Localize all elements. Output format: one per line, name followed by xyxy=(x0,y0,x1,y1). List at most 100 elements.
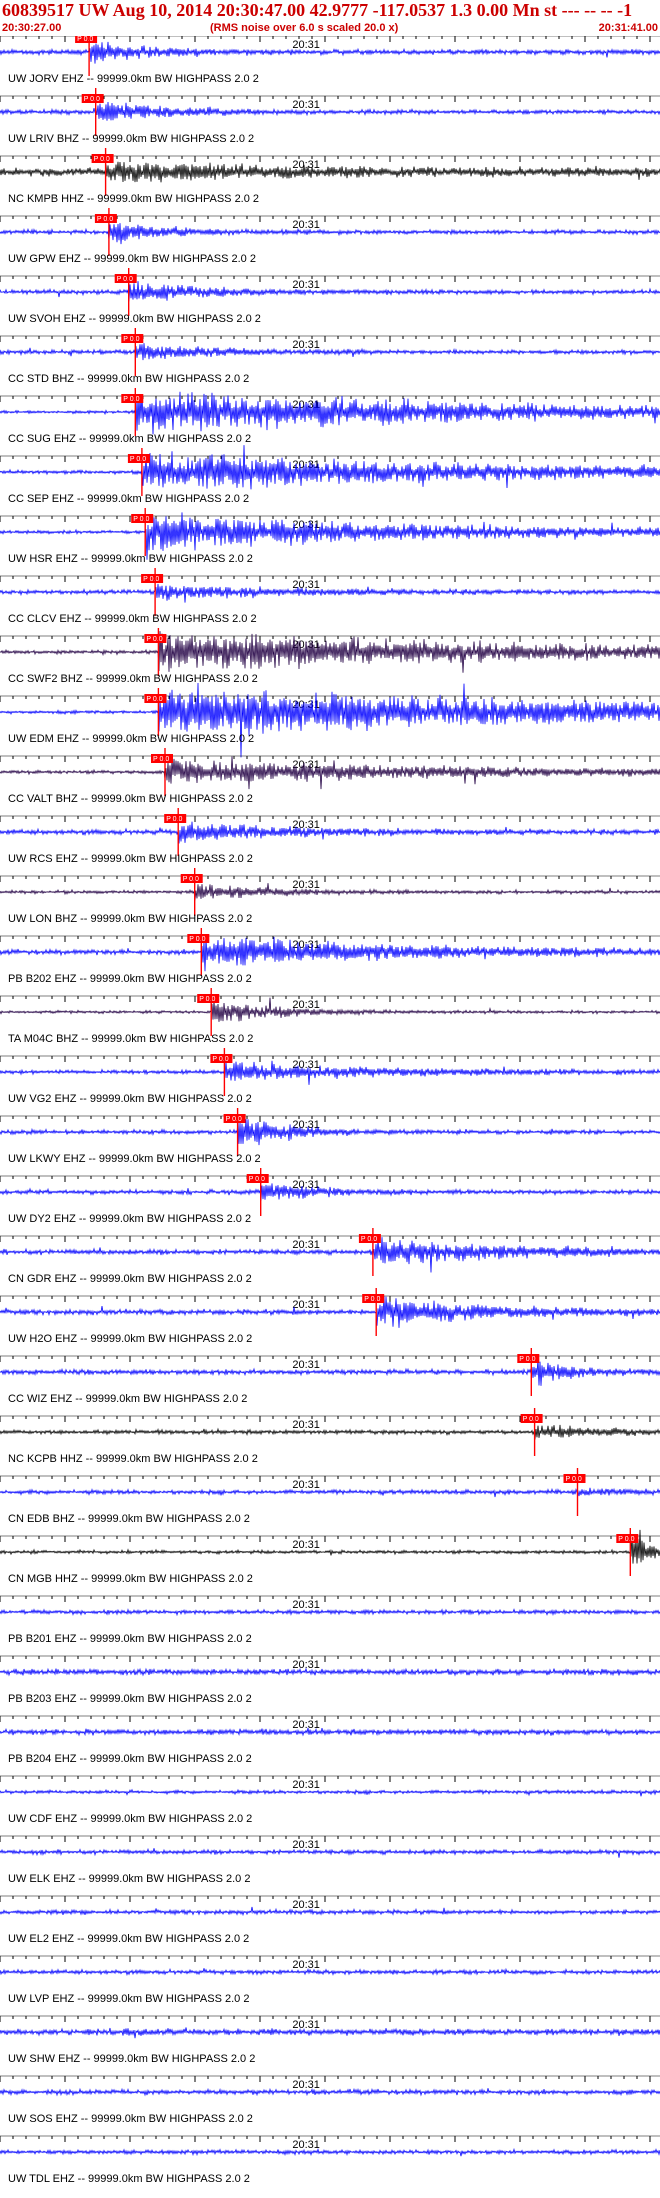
time-ticks xyxy=(0,515,660,522)
time-ticks xyxy=(0,1835,660,1842)
svg-text:P 0.0: P 0.0 xyxy=(361,1236,377,1243)
trace-row: 20:31 P 0.0 CN GDR EHZ -- 99999.0km BW HIG… xyxy=(0,1228,660,1285)
trace-row: 20:31 UW CDF EHZ -- 99999.0km BW HIGHPASS… xyxy=(0,1775,660,1825)
waveform xyxy=(0,41,660,64)
channel-label: UW RCS EHZ -- 99999.0km BW HIGHPASS 2.0 … xyxy=(8,853,253,865)
minute-label: 20:31 xyxy=(292,279,320,291)
trace-row: 20:31 P 0.0 UW H2O EHZ -- 99999.0km BW HIG… xyxy=(0,1288,660,1345)
time-ticks xyxy=(0,695,660,702)
trace-row: 20:31 UW SOS EHZ -- 99999.0km BW HIGHPASS… xyxy=(0,2075,660,2125)
channel-label: UW JORV EHZ -- 99999.0km BW HIGHPASS 2.0… xyxy=(8,73,259,85)
trace-row: 20:31P 0.0NC KMPB HHZ -- 99999.0km BW HI… xyxy=(0,148,660,205)
trace-row: 20:31P 0.0UW EDM EHZ -- 99999.0km BW HIG… xyxy=(0,682,660,758)
svg-text:P 0.0: P 0.0 xyxy=(143,576,159,583)
time-ticks xyxy=(0,2075,660,2082)
waveform xyxy=(0,756,660,790)
minute-label: 20:31 xyxy=(292,1239,320,1251)
time-ticks xyxy=(0,2135,660,2142)
time-ticks xyxy=(0,1955,660,1962)
trace-row: 20:31 P 0.0 CN EDB BHZ -- 99999.0km BW HIG… xyxy=(0,1468,660,1525)
channel-label: PB B202 EHZ -- 99999.0km BW HIGHPASS 2.0… xyxy=(8,973,252,985)
channel-label: CC WIZ EHZ -- 99999.0km BW HIGHPASS 2.0 … xyxy=(8,1393,247,1405)
channel-label: CN MGB HHZ -- 99999.0km BW HIGHPASS 2.0 … xyxy=(8,1573,253,1585)
svg-text:P 0.0: P 0.0 xyxy=(166,816,182,823)
channel-label: CC CLCV EHZ -- 99999.0km BW HIGHPASS 2.0… xyxy=(8,613,257,625)
waveform xyxy=(0,2027,660,2039)
waveform xyxy=(0,223,660,245)
time-ticks xyxy=(0,335,660,342)
channel-label: UW LKWY EHZ -- 99999.0km BW HIGHPASS 2.0… xyxy=(8,1153,261,1165)
trace-row: 20:31 P 0.0 UW LRIV BHZ -- 99999.0km BW HI… xyxy=(0,88,660,145)
channel-label: CC SWF2 BHZ -- 99999.0km BW HIGHPASS 2.0… xyxy=(8,673,258,685)
svg-text:P 0.0: P 0.0 xyxy=(77,36,93,43)
channel-label: UW LVP EHZ -- 99999.0km BW HIGHPASS 2.0 … xyxy=(8,1993,249,2005)
waveform xyxy=(0,161,660,183)
time-ticks xyxy=(0,995,660,1002)
minute-label: 20:31 xyxy=(292,1539,320,1551)
svg-text:P 0.0: P 0.0 xyxy=(84,96,100,103)
time-ticks xyxy=(0,1595,660,1602)
waveform xyxy=(0,1237,660,1273)
waveform xyxy=(0,1529,660,1564)
svg-text:P 0.0: P 0.0 xyxy=(249,1176,265,1183)
waveform xyxy=(0,1296,660,1328)
svg-text:P 0.0: P 0.0 xyxy=(566,1476,582,1483)
waveform xyxy=(0,1358,660,1386)
trace-row: 20:31P 0.0TA M04C BHZ -- 99999.0km BW HI… xyxy=(0,988,660,1045)
waveform xyxy=(0,821,660,844)
minute-label: 20:31 xyxy=(292,1599,320,1611)
trace-row: 20:31PB B203 EHZ -- 99999.0km BW HIGHPAS… xyxy=(0,1655,660,1705)
time-ticks xyxy=(0,935,660,942)
trace-row: 20:31 UW LVP EHZ -- 99999.0km BW HIGHPASS… xyxy=(0,1955,660,2005)
minute-label: 20:31 xyxy=(292,1959,320,1971)
minute-label: 20:31 xyxy=(292,1419,320,1431)
channel-label: UW HSR EHZ -- 99999.0km BW HIGHPASS 2.0 … xyxy=(8,553,253,565)
event-title: 60839517 UW Aug 10, 2014 20:30:47.00 42.… xyxy=(2,0,633,20)
trace-row: 20:31 UW EL2 EHZ -- 99999.0km BW HIGHPASS… xyxy=(0,1895,660,1945)
waveform xyxy=(0,1788,660,1797)
time-ticks xyxy=(0,1535,660,1542)
svg-text:P 0.0: P 0.0 xyxy=(153,756,169,763)
trace-row: 20:31 P 0.0 UW GPW EHZ -- 99999.0km BW HIG… xyxy=(0,208,660,265)
trace-row: 20:31 P 0.0 CC STD BHZ -- 99999.0km BW HIG… xyxy=(0,328,660,385)
waveform xyxy=(0,281,660,302)
minute-label: 20:31 xyxy=(292,1839,320,1851)
waveform xyxy=(0,1667,660,1677)
time-ticks xyxy=(0,36,660,42)
waveform xyxy=(0,391,660,435)
svg-text:P 0.0: P 0.0 xyxy=(146,696,162,703)
trace-row: 20:31 P 0.0 CC WIZ EHZ -- 99999.0km BW HIG… xyxy=(0,1348,660,1405)
minute-label: 20:31 xyxy=(292,1779,320,1791)
channel-label: UW LRIV BHZ -- 99999.0km BW HIGHPASS 2.0… xyxy=(8,133,254,145)
time-ticks xyxy=(0,1175,660,1182)
minute-label: 20:31 xyxy=(292,339,320,351)
channel-label: UW SVOH EHZ -- 99999.0km BW HIGHPASS 2.0… xyxy=(8,313,261,325)
trace-row: 20:31P 0.0UW VG2 EHZ -- 99999.0km BW HIG… xyxy=(0,1048,660,1105)
time-ticks xyxy=(0,1775,660,1782)
trace-row: 20:31P 0.0UW DY2 EHZ -- 99999.0km BW HIG… xyxy=(0,1168,660,1225)
trace-row: 20:31P 0.0CC SUG EHZ -- 99999.0km BW HIG… xyxy=(0,388,660,445)
minute-label: 20:31 xyxy=(292,2139,320,2151)
svg-text:P 0.0: P 0.0 xyxy=(97,216,113,223)
channel-label: TA M04C BHZ -- 99999.0km BW HIGHPASS 2.0… xyxy=(8,1033,253,1045)
waveform xyxy=(0,1967,660,1977)
time-ticks xyxy=(0,635,660,642)
time-ticks xyxy=(0,395,660,402)
waveform xyxy=(0,343,660,361)
waveform xyxy=(0,1727,660,1737)
svg-text:P 0.0: P 0.0 xyxy=(199,996,215,1003)
waveform xyxy=(0,883,660,901)
seismogram-plot: 20:31 P 0.0 UW JORV EHZ -- 99999.0km BW HI… xyxy=(0,36,660,2185)
svg-text:P 0.0: P 0.0 xyxy=(189,936,205,943)
time-ticks xyxy=(0,1295,660,1302)
time-ticks xyxy=(0,1655,660,1662)
svg-text:P 0.0: P 0.0 xyxy=(123,396,139,403)
svg-text:P 0.0: P 0.0 xyxy=(130,456,146,463)
channel-label: PB B201 EHZ -- 99999.0km BW HIGHPASS 2.0… xyxy=(8,1633,252,1645)
time-ticks xyxy=(0,455,660,462)
waveform xyxy=(0,1183,660,1201)
time-ticks xyxy=(0,1055,660,1062)
trace-row: 20:31P 0.0CC VALT BHZ -- 99999.0km BW HI… xyxy=(0,748,660,805)
time-ticks xyxy=(0,1715,660,1722)
minute-label: 20:31 xyxy=(292,219,320,231)
